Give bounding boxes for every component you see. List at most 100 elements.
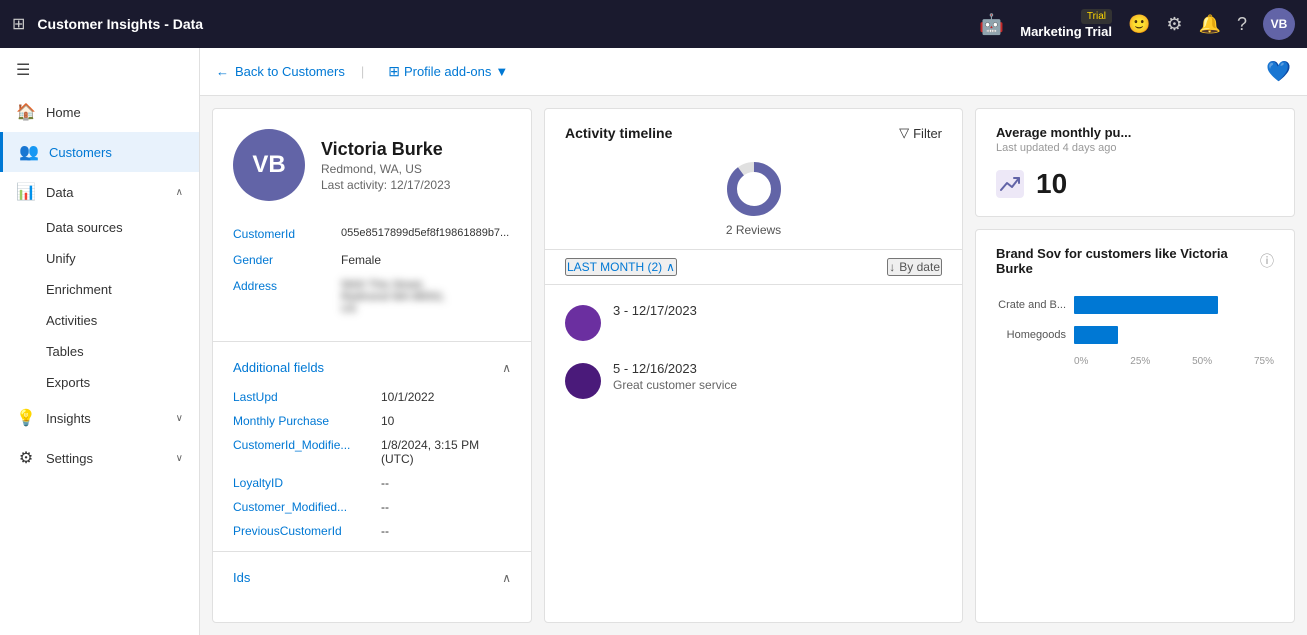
- brand-label-1: Crate and B...: [996, 299, 1066, 311]
- metric-title: Average monthly pu...: [996, 125, 1274, 140]
- filter-icon: ▽: [899, 125, 909, 141]
- sidebar-label-enrichment: Enrichment: [46, 282, 112, 297]
- sidebar-item-data[interactable]: 📊 Data ∧: [0, 172, 199, 212]
- label-customerid-modified: CustomerId_Modifie...: [233, 438, 373, 452]
- sidebar: ☰ 🏠 Home 👥 Customers 📊 Data ∧ Data sourc…: [0, 48, 200, 635]
- sidebar-item-home[interactable]: 🏠 Home: [0, 92, 199, 132]
- field-label-customerid: CustomerId: [233, 227, 333, 241]
- activity-date-1: 3 - 12/17/2023: [613, 303, 697, 318]
- sidebar-item-unify[interactable]: Unify: [0, 243, 199, 274]
- value-previous-customerid: --: [381, 524, 389, 538]
- sidebar-item-customers[interactable]: 👥 Customers: [0, 132, 199, 172]
- sidebar-label-home: Home: [46, 105, 81, 120]
- sidebar-label-customers: Customers: [49, 145, 112, 160]
- activity-title: Activity timeline: [565, 125, 672, 141]
- field-row-gender: Gender Female: [233, 247, 511, 273]
- label-lastupd: LastUpd: [233, 390, 373, 404]
- activity-dot-2: [565, 363, 601, 399]
- profile-addons-grid-icon: ⊞: [388, 63, 400, 80]
- topbar: ⊞ Customer Insights - Data 🤖 Trial Marke…: [0, 0, 1307, 48]
- grid-icon[interactable]: ⊞: [12, 14, 25, 34]
- additional-field-previous-customerid: PreviousCustomerId --: [213, 519, 531, 543]
- filter-button[interactable]: ▽ Filter: [899, 125, 942, 141]
- section-divider-2: [213, 551, 531, 552]
- field-value-gender: Female: [341, 253, 381, 267]
- sidebar-item-tables[interactable]: Tables: [0, 336, 199, 367]
- axis-label-75: 75%: [1254, 356, 1274, 367]
- panels: VB Victoria Burke Redmond, WA, US Last a…: [200, 96, 1307, 635]
- trial-badge: Trial: [1081, 9, 1112, 24]
- sidebar-label-unify: Unify: [46, 251, 76, 266]
- hamburger-icon[interactable]: ☰: [0, 48, 199, 92]
- question-icon[interactable]: ?: [1237, 14, 1247, 35]
- ids-header[interactable]: Ids ∧: [213, 560, 531, 595]
- sidebar-item-data-sources[interactable]: Data sources: [0, 212, 199, 243]
- brand-chart: Crate and B... Homegoods 0: [996, 296, 1274, 367]
- brand-label-2: Homegoods: [996, 329, 1066, 341]
- sidebar-label-data: Data: [46, 185, 73, 200]
- field-label-address: Address: [233, 279, 333, 293]
- sub-header-divider: |: [361, 64, 364, 79]
- smiley-icon[interactable]: 🙂: [1128, 14, 1150, 35]
- customer-panel: VB Victoria Burke Redmond, WA, US Last a…: [212, 108, 532, 623]
- back-to-customers-label: Back to Customers: [235, 64, 345, 79]
- bell-icon[interactable]: 🔔: [1199, 14, 1221, 35]
- metric-value: 10: [1036, 168, 1067, 200]
- brand-bar-row-1: Crate and B...: [996, 296, 1274, 314]
- customer-location: Redmond, WA, US: [321, 162, 450, 176]
- user-avatar[interactable]: VB: [1263, 8, 1295, 40]
- additional-fields-chevron-icon: ∧: [502, 361, 511, 375]
- activity-date-2: 5 - 12/16/2023: [613, 361, 737, 376]
- topbar-right: 🤖 Trial Marketing Trial 🙂 ⚙ 🔔 ? VB: [979, 8, 1295, 40]
- metric-value-row: 10: [996, 168, 1274, 200]
- settings-icon[interactable]: ⚙: [1166, 14, 1182, 35]
- by-date-sort-button[interactable]: ↓ By date: [887, 258, 942, 276]
- profile-addons-button[interactable]: ⊞ Profile add-ons ▼: [380, 59, 516, 84]
- sidebar-item-insights[interactable]: 💡 Insights ∨: [0, 398, 199, 438]
- brand-bar-2: [1074, 326, 1118, 344]
- label-customer-modified: Customer_Modified...: [233, 500, 373, 514]
- additional-fields-header[interactable]: Additional fields ∧: [213, 350, 531, 385]
- field-row-customerid: CustomerId 055e8517899d5ef8f19861889b7..…: [233, 221, 511, 247]
- sort-down-icon: ↓: [889, 260, 895, 274]
- brand-bar-container-2: [1074, 326, 1274, 344]
- value-lastupd: 10/1/2022: [381, 390, 434, 404]
- app-title: Customer Insights - Data: [37, 16, 967, 32]
- chart-axis: 0% 25% 50% 75%: [996, 356, 1274, 367]
- sidebar-label-insights: Insights: [46, 411, 91, 426]
- sidebar-item-activities[interactable]: Activities: [0, 305, 199, 336]
- main-layout: ☰ 🏠 Home 👥 Customers 📊 Data ∧ Data sourc…: [0, 48, 1307, 635]
- activity-donut-chart: [726, 161, 782, 217]
- back-to-customers-button[interactable]: ← Back to Customers: [216, 64, 345, 79]
- field-row-address: Address 5600 This Street,Redmond WA 9805…: [233, 273, 511, 321]
- brand-title: Brand Sov for customers like Victoria Bu…: [996, 246, 1260, 276]
- settings-chevron-icon: ∨: [176, 453, 183, 464]
- label-monthly-purchase: Monthly Purchase: [233, 414, 373, 428]
- customer-info: Victoria Burke Redmond, WA, US Last acti…: [321, 139, 450, 192]
- data-chevron-icon: ∧: [176, 187, 183, 198]
- sidebar-item-enrichment[interactable]: Enrichment: [0, 274, 199, 305]
- right-panel: Average monthly pu... Last updated 4 day…: [975, 108, 1295, 623]
- axis-label-0: 0%: [1074, 356, 1088, 367]
- brand-info-icon[interactable]: ⓘ: [1260, 251, 1274, 271]
- profile-addons-chevron-icon: ▼: [495, 64, 508, 79]
- data-icon: 📊: [16, 182, 36, 202]
- ids-chevron-icon: ∧: [502, 571, 511, 585]
- axis-label-50: 50%: [1192, 356, 1212, 367]
- activity-text-1: 3 - 12/17/2023: [613, 303, 697, 318]
- last-month-label: LAST MONTH (2): [567, 260, 662, 274]
- activity-filter-bar: LAST MONTH (2) ∧ ↓ By date: [545, 249, 962, 285]
- additional-fields-label: Additional fields: [233, 360, 324, 375]
- org-name: Marketing Trial: [1020, 24, 1112, 39]
- activity-list: 3 - 12/17/2023 5 - 12/16/2023 Great cust…: [545, 285, 962, 417]
- sidebar-item-settings[interactable]: ⚙ Settings ∨: [0, 438, 199, 478]
- help-circle-icon[interactable]: 💙: [1266, 61, 1291, 83]
- last-month-filter-button[interactable]: LAST MONTH (2) ∧: [565, 258, 677, 276]
- help-assistant-icon[interactable]: 🤖: [979, 12, 1004, 37]
- field-value-address: 5600 This Street,Redmond WA 98052,US: [341, 279, 445, 315]
- back-arrow-icon: ←: [216, 64, 229, 79]
- label-loyaltyid: LoyaltyID: [233, 476, 373, 490]
- home-icon: 🏠: [16, 102, 36, 122]
- settings-sidebar-icon: ⚙: [16, 448, 36, 468]
- sidebar-item-exports[interactable]: Exports: [0, 367, 199, 398]
